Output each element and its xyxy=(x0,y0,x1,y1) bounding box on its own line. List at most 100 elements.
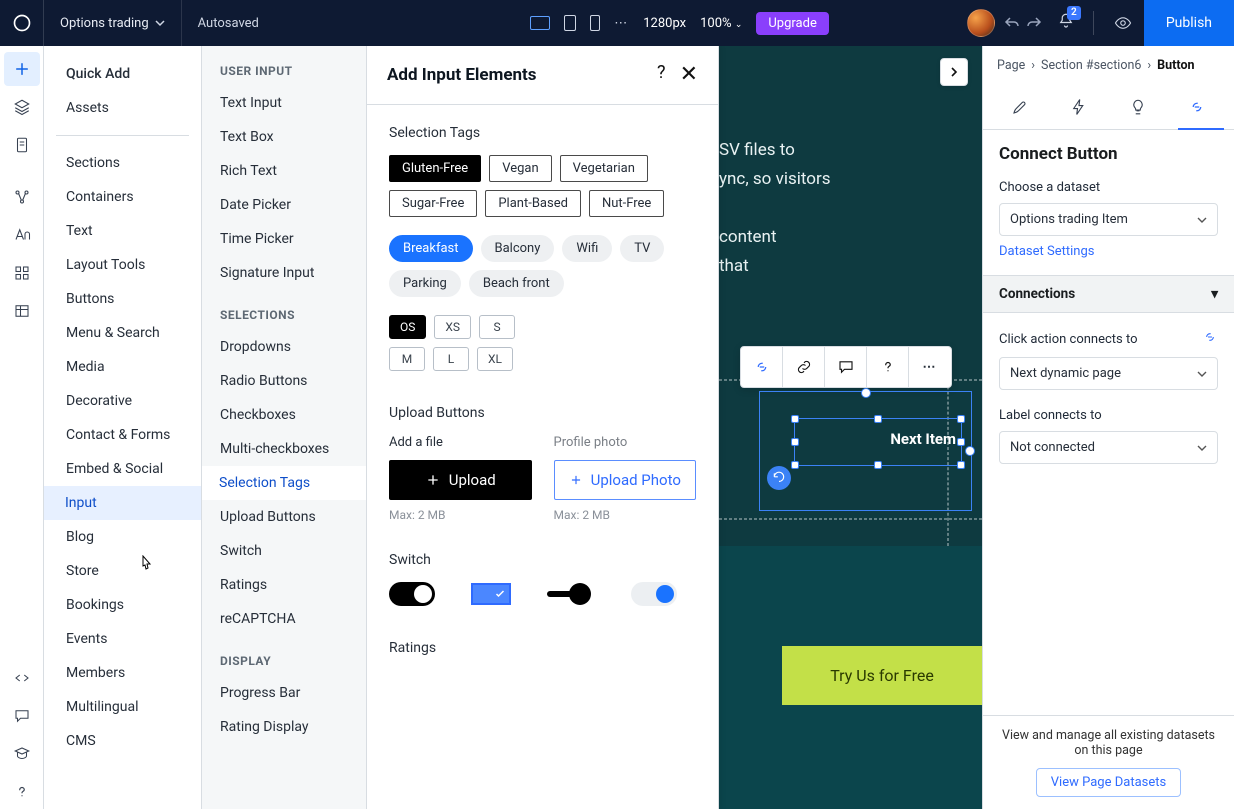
redo-icon[interactable] xyxy=(1025,14,1043,32)
size-tag[interactable]: L xyxy=(433,347,469,371)
tag[interactable]: Gluten-Free xyxy=(389,155,481,182)
canvas-zoom[interactable]: 100% ⌄ xyxy=(700,16,742,31)
publish-button[interactable]: Publish xyxy=(1144,0,1234,46)
cat-quick-add[interactable]: Quick Add xyxy=(44,46,201,91)
tab-design[interactable] xyxy=(991,85,1050,129)
tag-pill[interactable]: TV xyxy=(620,235,664,262)
size-tag[interactable]: M xyxy=(389,347,425,371)
canvas-paragraph[interactable]: SV files to ync, so visitors content tha… xyxy=(719,136,962,280)
toolbar-link-icon[interactable] xyxy=(783,347,825,387)
tags-pill-preset[interactable]: BreakfastBalconyWifiTVParkingBeach front xyxy=(389,235,696,297)
tag-pill[interactable]: Balcony xyxy=(481,235,555,262)
cat-input[interactable]: Input xyxy=(44,486,201,520)
subcat-text-box[interactable]: Text Box xyxy=(202,120,366,154)
device-tablet-icon[interactable] xyxy=(564,15,576,31)
close-icon[interactable]: ✕ xyxy=(680,64,698,86)
device-desktop-icon[interactable] xyxy=(530,16,550,30)
rail-typography[interactable] xyxy=(4,218,40,252)
tag[interactable]: Plant-Based xyxy=(485,190,581,217)
connections-accordion[interactable]: Connections ▾ xyxy=(983,275,1234,313)
rail-site-structure[interactable] xyxy=(4,180,40,214)
size-tag[interactable]: XS xyxy=(434,315,471,339)
cat-bookings[interactable]: Bookings xyxy=(44,588,201,622)
subcat-dropdowns[interactable]: Dropdowns xyxy=(202,330,366,364)
cat-embed-social[interactable]: Embed & Social xyxy=(44,452,201,486)
cat-contact-forms[interactable]: Contact & Forms xyxy=(44,418,201,452)
avatar[interactable] xyxy=(967,9,995,37)
switch-preset-3[interactable] xyxy=(631,582,677,606)
crumb-page[interactable]: Page xyxy=(997,58,1025,73)
more-devices-icon[interactable]: ⋯ xyxy=(614,16,629,31)
toolbar-connect-icon[interactable] xyxy=(741,347,783,387)
rail-layers[interactable] xyxy=(4,90,40,124)
subcat-multi-checkboxes[interactable]: Multi-checkboxes xyxy=(202,432,366,466)
tags-size-preset[interactable]: OSXSS xyxy=(389,315,696,339)
tags-size-preset2[interactable]: ML XL xyxy=(389,347,696,371)
subcat-radio-buttons[interactable]: Radio Buttons xyxy=(202,364,366,398)
subcat-signature-input[interactable]: Signature Input xyxy=(202,256,366,290)
cat-multilingual[interactable]: Multilingual xyxy=(44,690,201,724)
size-tag[interactable]: XL xyxy=(477,347,513,371)
label-connects-select[interactable]: Not connected xyxy=(999,431,1218,464)
subcat-rating-display[interactable]: Rating Display xyxy=(202,710,366,744)
canvas-width[interactable]: 1280px xyxy=(643,16,686,31)
subcat-checkboxes[interactable]: Checkboxes xyxy=(202,398,366,432)
rail-apps[interactable] xyxy=(4,256,40,290)
device-phone-icon[interactable] xyxy=(590,15,600,31)
tag-pill[interactable]: Wifi xyxy=(562,235,612,262)
notifications-button[interactable]: 2 xyxy=(1057,12,1075,34)
subcat-rich-text[interactable]: Rich Text xyxy=(202,154,366,188)
size-tag[interactable]: OS xyxy=(389,315,426,339)
tags-square-preset[interactable]: Gluten-Free Vegan Vegetarian Sugar-Free Plan… xyxy=(389,155,696,217)
cat-menu-search[interactable]: Menu & Search xyxy=(44,316,201,350)
cat-cms[interactable]: CMS xyxy=(44,724,201,758)
click-action-select[interactable]: Next dynamic page xyxy=(999,357,1218,390)
cat-buttons[interactable]: Buttons xyxy=(44,282,201,316)
tag[interactable]: Sugar-Free xyxy=(389,190,477,217)
tab-data[interactable] xyxy=(1167,85,1226,129)
cat-sections[interactable]: Sections xyxy=(44,146,201,180)
cat-blog[interactable]: Blog xyxy=(44,520,201,554)
rail-help[interactable] xyxy=(4,775,40,809)
collapse-right-panel[interactable] xyxy=(940,58,968,86)
tag[interactable]: Vegetarian xyxy=(560,155,648,182)
cat-text[interactable]: Text xyxy=(44,214,201,248)
rail-cms[interactable] xyxy=(4,294,40,328)
cat-events[interactable]: Events xyxy=(44,622,201,656)
subcat-ratings[interactable]: Ratings xyxy=(202,568,366,602)
cat-media[interactable]: Media xyxy=(44,350,201,384)
subcat-upload-buttons[interactable]: Upload Buttons xyxy=(202,500,366,534)
tag-pill[interactable]: Breakfast xyxy=(389,235,473,262)
subcat-selection-tags[interactable]: Selection Tags xyxy=(202,466,366,500)
subcat-time-picker[interactable]: Time Picker xyxy=(202,222,366,256)
subcat-progress-bar[interactable]: Progress Bar xyxy=(202,676,366,710)
rail-code[interactable] xyxy=(4,661,40,695)
canvas-area[interactable]: SV files to ync, so visitors content tha… xyxy=(719,46,982,809)
tab-effects[interactable] xyxy=(1109,85,1168,129)
undo-icon[interactable] xyxy=(1003,14,1021,32)
toolbar-help-icon[interactable] xyxy=(867,347,909,387)
cat-assets[interactable]: Assets xyxy=(44,91,201,125)
cat-members[interactable]: Members xyxy=(44,656,201,690)
tab-interactions[interactable] xyxy=(1050,85,1109,129)
crumb-section[interactable]: Section #section6 xyxy=(1041,58,1141,73)
selected-button-label[interactable]: Next Item xyxy=(890,430,956,448)
cat-layout-tools[interactable]: Layout Tools xyxy=(44,248,201,282)
subcat-text-input[interactable]: Text Input xyxy=(202,86,366,120)
preview-icon[interactable] xyxy=(1114,14,1132,32)
help-icon[interactable]: ? xyxy=(657,64,666,86)
tag[interactable]: Nut-Free xyxy=(589,190,664,217)
tag[interactable]: Vegan xyxy=(489,155,551,182)
checkbox-preset[interactable] xyxy=(471,583,511,605)
switch-preset-2[interactable] xyxy=(547,582,595,606)
project-selector[interactable]: Options trading xyxy=(44,0,182,46)
subcat-date-picker[interactable]: Date Picker xyxy=(202,188,366,222)
cat-decorative[interactable]: Decorative xyxy=(44,384,201,418)
wix-logo[interactable] xyxy=(0,0,44,46)
rail-comments[interactable] xyxy=(4,699,40,733)
dataset-settings-link[interactable]: Dataset Settings xyxy=(999,244,1094,259)
toolbar-comment-icon[interactable] xyxy=(825,347,867,387)
rail-add[interactable] xyxy=(4,52,40,86)
tag-pill[interactable]: Parking xyxy=(389,270,461,297)
dataset-select[interactable]: Options trading Item xyxy=(999,203,1218,236)
